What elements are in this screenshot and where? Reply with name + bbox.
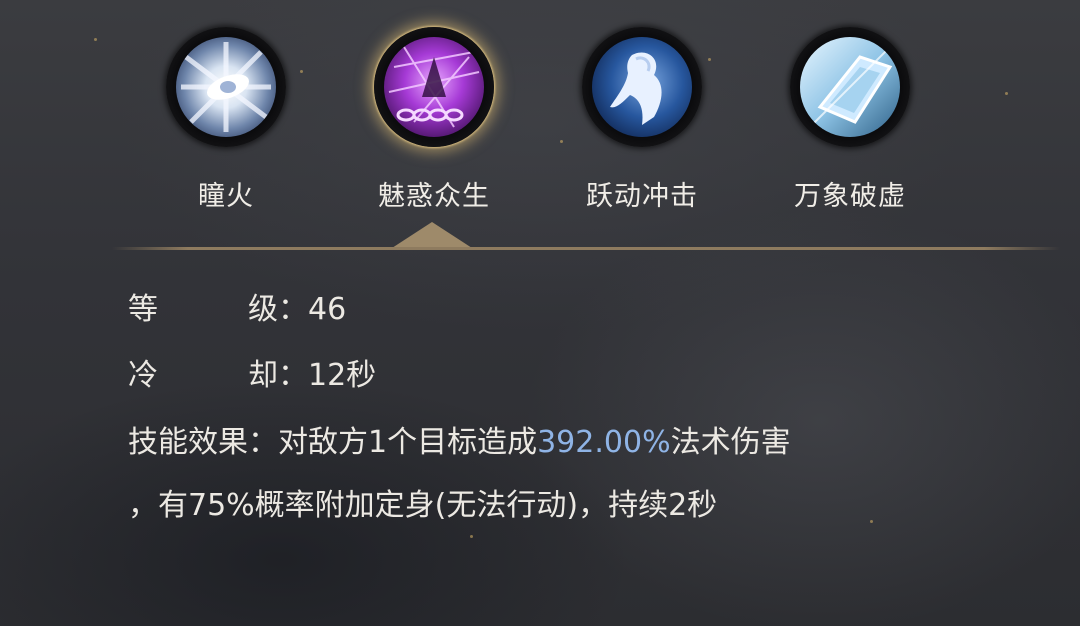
effect-text-after: 法术伤害 xyxy=(670,425,791,460)
background-speck xyxy=(470,535,473,538)
skill-tab-3[interactable]: 跃动冲击 xyxy=(567,22,717,213)
background-speck xyxy=(1005,92,1008,95)
divider-line xyxy=(112,247,1060,250)
skill-name: 跃动冲击 xyxy=(586,181,698,212)
selected-skill-pointer xyxy=(392,222,472,248)
level-label-second: 级： xyxy=(248,292,308,327)
skill-orb xyxy=(369,22,499,152)
skill-name: 万象破虚 xyxy=(794,181,906,212)
skill-orb xyxy=(785,22,915,152)
leap-strike-icon xyxy=(592,37,692,137)
background-speck xyxy=(94,38,97,41)
cooldown-label-first: 冷 xyxy=(128,358,158,393)
charm-chains-icon xyxy=(384,37,484,137)
level-label-first: 等 xyxy=(128,292,158,327)
effect-damage-value: 392.00% xyxy=(537,425,671,460)
effect-text-before: 对敌方1个目标造成 xyxy=(278,425,538,460)
background-speck xyxy=(560,140,563,143)
level-row: 等 级：46 xyxy=(128,284,346,328)
level-value: 46 xyxy=(308,292,347,327)
effect-line-2: ，有75%概率附加定身(无法行动)，持续2秒 xyxy=(128,488,718,523)
cooldown-label-second: 却： xyxy=(248,358,308,393)
skill-name: 魅惑众生 xyxy=(378,181,490,212)
skill-orb xyxy=(577,22,707,152)
background-speck xyxy=(870,520,873,523)
effect-row: 技能效果：对敌方1个目标造成392.00%法术伤害 xyxy=(128,417,791,461)
cooldown-row: 冷 却：12秒 xyxy=(128,350,376,394)
skill-tab-4[interactable]: 万象破虚 xyxy=(775,22,925,213)
skill-name: 瞳火 xyxy=(198,181,254,212)
cooldown-value: 12秒 xyxy=(308,358,377,393)
crystal-shatter-icon xyxy=(800,37,900,137)
skill-tab-2[interactable]: 魅惑众生 xyxy=(359,22,509,213)
skill-orb xyxy=(161,22,291,152)
eye-flame-icon xyxy=(176,37,276,137)
effect-row-continued: ，有75%概率附加定身(无法行动)，持续2秒 xyxy=(128,480,717,524)
skill-tab-1[interactable]: 瞳火 xyxy=(151,22,301,213)
effect-label: 技能效果： xyxy=(128,425,278,460)
